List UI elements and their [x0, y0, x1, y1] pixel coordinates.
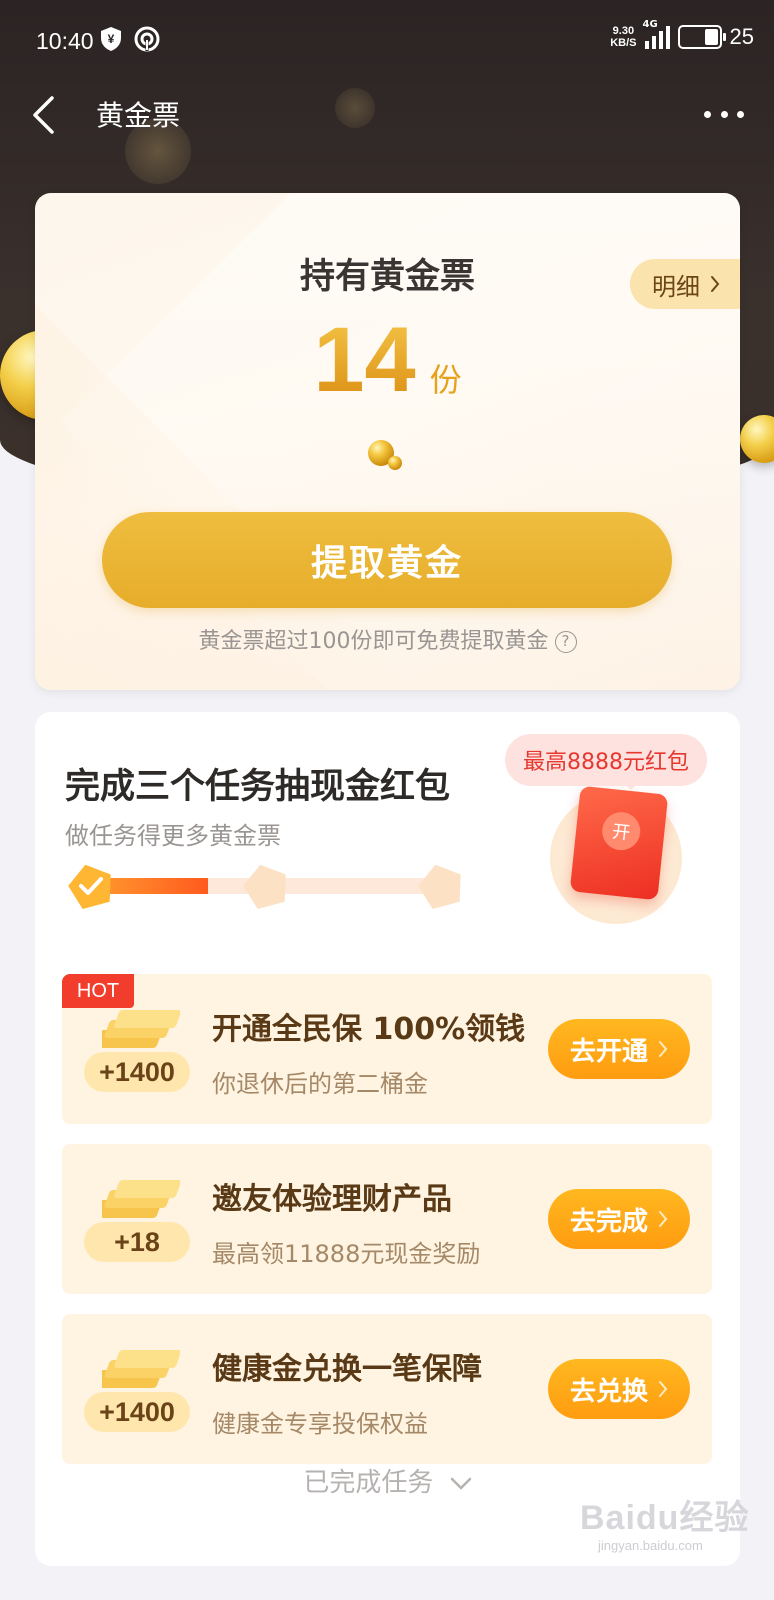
- extract-gold-button[interactable]: 提取黄金: [102, 512, 672, 608]
- speed-value: 9.30: [612, 25, 635, 37]
- chevron-right-icon: [659, 1211, 668, 1227]
- hot-tag: HOT: [62, 974, 134, 1008]
- signal-bar: [651, 36, 656, 49]
- progress-step-done-icon: [68, 864, 111, 909]
- task-item: HOT +1400 开通全民保 100%领钱 你退休后的第二桶金 去开通: [62, 974, 712, 1124]
- nav-bar: 黄金票: [0, 80, 774, 150]
- back-button[interactable]: [30, 90, 70, 140]
- signal-icon: 4G: [643, 19, 670, 49]
- gold-ticket-stack-icon: [102, 1350, 180, 1388]
- progress-step-icon: [243, 864, 286, 909]
- task-action-label: 去开通: [569, 1036, 648, 1067]
- completed-label: 已完成任务: [303, 1468, 434, 1498]
- task-action-button[interactable]: 去完成: [548, 1189, 690, 1249]
- task-title: 邀友体验理财产品: [212, 1182, 452, 1217]
- signal-bar: [665, 26, 670, 49]
- task-desc: 你退休后的第二桶金: [212, 1070, 428, 1098]
- page-title: 黄金票: [96, 99, 181, 132]
- task-section-title: 完成三个任务抽现金红包: [65, 767, 451, 807]
- more-dot: [720, 110, 728, 118]
- gold-ticket-stack-icon: [102, 1180, 180, 1218]
- ticket-unit: 份: [429, 361, 462, 399]
- status-bar: 10:40 ¥ 9.30 KB/S 4G 25: [0, 0, 774, 80]
- watermark-url: jingyan.baidu.com: [598, 1538, 703, 1553]
- reward-amount: +1400: [84, 1052, 190, 1092]
- speed-unit: KB/S: [610, 37, 637, 49]
- battery-icon: [677, 25, 726, 49]
- detail-label: 明细: [652, 272, 700, 301]
- chevron-left-icon: [33, 96, 54, 134]
- svg-text:¥: ¥: [108, 32, 115, 46]
- task-item: +1400 健康金兑换一笔保障 健康金专享投保权益 去兑换: [62, 1314, 712, 1464]
- task-section-subtitle: 做任务得更多黄金票: [65, 822, 281, 850]
- more-button[interactable]: [704, 94, 744, 134]
- network-type: 4G: [642, 19, 658, 30]
- gold-bead-icon: [368, 440, 402, 470]
- chevron-right-icon: [659, 1041, 668, 1057]
- battery-level: [704, 29, 718, 45]
- signal-bar: [644, 41, 649, 49]
- task-card: 完成三个任务抽现金红包 做任务得更多黄金票 开 最高8888元红包 HOT +1…: [35, 712, 740, 1566]
- status-time: 10:40: [36, 28, 94, 54]
- task-action-label: 去完成: [569, 1206, 648, 1237]
- signal-bar: [658, 31, 663, 49]
- task-action-label: 去兑换: [569, 1376, 648, 1407]
- chevron-down-icon: [450, 1477, 471, 1490]
- task-title: 健康金兑换一笔保障: [212, 1352, 482, 1387]
- battery-percent: 25: [729, 24, 754, 49]
- task-title: 开通全民保 100%领钱: [212, 1012, 526, 1047]
- ticket-count: 14: [313, 309, 416, 411]
- gold-ticket-card: 持有黄金票 14 份 明细 提取黄金 黄金票超过100份即可免费提取黄金?: [35, 193, 740, 690]
- detail-button[interactable]: 明细: [630, 259, 740, 309]
- red-packet-badge: 最高8888元红包: [505, 734, 707, 790]
- task-item: +18 邀友体验理财产品 最高领11888元现金奖励 去完成: [62, 1144, 712, 1294]
- more-dot: [704, 110, 711, 118]
- task-desc: 最高领11888元现金奖励: [212, 1240, 481, 1268]
- hotspot-icon: [132, 24, 162, 54]
- network-speed: 9.30 KB/S: [610, 25, 636, 49]
- red-envelope-icon[interactable]: 开: [569, 785, 669, 901]
- watermark-logo: Baidu经验: [580, 1499, 750, 1537]
- envelope-open-label: 开: [600, 810, 643, 853]
- reward-amount: +18: [84, 1222, 190, 1262]
- extract-hint: 黄金票超过100份即可免费提取黄金?: [35, 623, 740, 655]
- status-right-group: 9.30 KB/S 4G 25: [610, 19, 754, 50]
- holding-count: 14 份: [35, 308, 740, 413]
- more-dot: [737, 110, 744, 118]
- hint-text: 黄金票超过100份即可免费提取黄金: [198, 629, 549, 654]
- chevron-right-icon: [659, 1381, 668, 1397]
- shield-yen-icon: ¥: [96, 24, 126, 54]
- chevron-right-icon: [711, 276, 720, 292]
- help-icon[interactable]: ?: [554, 631, 577, 653]
- task-progress: [63, 852, 483, 922]
- task-action-button[interactable]: 去兑换: [548, 1359, 690, 1419]
- task-action-button[interactable]: 去开通: [548, 1019, 690, 1079]
- progress-step-icon: [418, 864, 461, 909]
- reward-amount: +1400: [84, 1392, 190, 1432]
- task-desc: 健康金专享投保权益: [212, 1410, 428, 1438]
- gold-ticket-stack-icon: [102, 1010, 180, 1048]
